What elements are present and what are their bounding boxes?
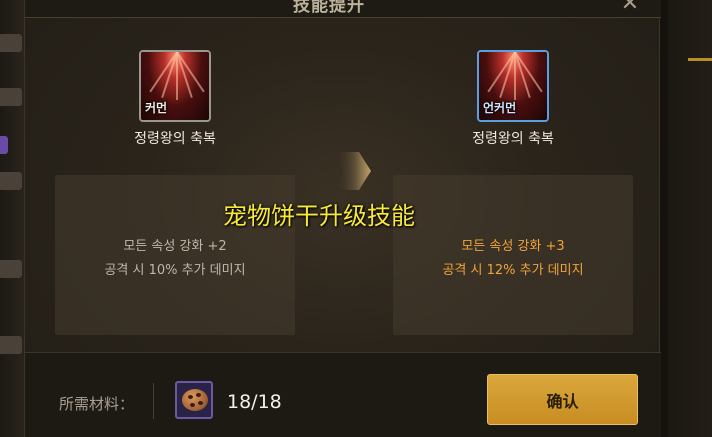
cookie-chip [198, 401, 203, 405]
side-tab [0, 260, 22, 278]
skill-upgrade-dialog: 技能提升 ✕ 커먼 정령왕의 축복 언커먼 정령왕의 축복 모든 속성 강화 +… [24, 0, 661, 437]
dialog-footer: 所需材料： 18/18 确认 [25, 353, 661, 437]
material-item-slot[interactable] [175, 381, 213, 419]
cookie-chip [188, 395, 193, 399]
side-tab [0, 34, 22, 52]
cookie-icon [182, 389, 208, 411]
upgrade-arrow-icon [333, 152, 371, 190]
effect-line: 모든 속성 강화 +2 [123, 239, 227, 254]
dialog-header: 技能提升 ✕ [25, 0, 661, 18]
material-count: 18/18 [227, 391, 282, 413]
close-button[interactable]: ✕ [619, 0, 641, 16]
side-tab [0, 88, 22, 106]
cookie-chip [196, 393, 201, 397]
video-caption-overlay: 宠物饼干升级技能 [223, 202, 415, 230]
close-icon: ✕ [620, 0, 640, 16]
cookie-chip [190, 403, 195, 407]
side-tab [0, 336, 22, 354]
effect-line: 공격 시 10% 추가 데미지 [104, 263, 246, 278]
effect-line: 모든 속성 강화 +3 [461, 239, 565, 254]
effect-line: 공격 시 12% 추가 데미지 [442, 263, 584, 278]
footer-separator [153, 383, 154, 419]
side-tab [0, 172, 22, 190]
next-skill-icon[interactable]: 언커먼 [477, 50, 549, 122]
skill-grade-label: 커먼 [145, 101, 168, 115]
background-left-panel [0, 0, 24, 437]
current-skill-name: 정령왕의 축복 [134, 131, 216, 147]
side-tab [0, 136, 8, 154]
confirm-button[interactable]: 确认 [487, 374, 638, 425]
skill-grade-label: 언커먼 [483, 101, 517, 115]
current-skill-icon[interactable]: 커먼 [139, 50, 211, 122]
materials-label: 所需材料： [59, 395, 135, 413]
next-effect-panel: 모든 속성 강화 +3 공격 시 12% 추가 데미지 [393, 175, 633, 335]
dialog-title: 技能提升 [293, 0, 365, 16]
background-accent-line [688, 58, 712, 61]
next-skill-name: 정령왕의 축복 [472, 131, 554, 147]
background-right-panel [668, 0, 712, 437]
